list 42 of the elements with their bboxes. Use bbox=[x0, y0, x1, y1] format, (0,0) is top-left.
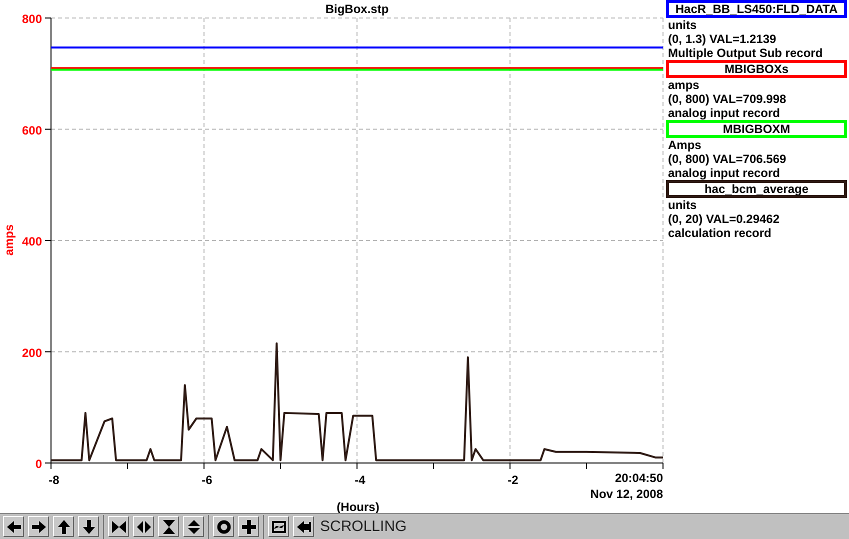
circle-button[interactable] bbox=[213, 516, 234, 537]
x-tick-label: -2 bbox=[508, 473, 518, 487]
legend-record-type: Multiple Output Sub record bbox=[667, 46, 824, 60]
hzoom-button[interactable] bbox=[108, 516, 129, 537]
legend-name[interactable]: HacR_BB_LS450:FLD_DATA bbox=[666, 0, 847, 18]
timestamp-time: 20:04:50 bbox=[614, 471, 663, 485]
chart-title: BigBox.stp bbox=[325, 2, 389, 16]
y-axis-label: amps bbox=[2, 224, 16, 256]
wave-button[interactable] bbox=[268, 516, 289, 537]
vout-button[interactable] bbox=[183, 516, 204, 537]
plus-button[interactable] bbox=[238, 516, 259, 537]
legend-value: (0, 800) VAL=706.569 bbox=[667, 152, 788, 166]
timestamp-date: Nov 12, 2008 bbox=[590, 487, 663, 501]
legend-units: units bbox=[667, 18, 698, 32]
legend-record-type: calculation record bbox=[667, 226, 772, 240]
up-button[interactable] bbox=[53, 516, 74, 537]
y-tick-label: 800 bbox=[22, 12, 42, 26]
hout-button[interactable] bbox=[133, 516, 154, 537]
vzoom-button[interactable] bbox=[158, 516, 179, 537]
legend-value: (0, 1.3) VAL=1.2139 bbox=[667, 32, 778, 46]
x-tick-label: -4 bbox=[354, 473, 366, 487]
y-tick-label: 600 bbox=[22, 123, 42, 138]
status-text: SCROLLING bbox=[320, 518, 407, 535]
legend-value: (0, 20) VAL=0.29462 bbox=[667, 212, 781, 226]
legend-name[interactable]: MBIGBOXM bbox=[666, 120, 847, 138]
y-tick-label: 400 bbox=[22, 234, 42, 248]
legend-units: Amps bbox=[667, 138, 702, 152]
right-button[interactable] bbox=[28, 516, 49, 537]
x-tick-label: -8 bbox=[48, 473, 60, 487]
legend-units: units bbox=[667, 198, 698, 212]
down-button[interactable] bbox=[78, 516, 99, 537]
legend-name[interactable]: MBIGBOXs bbox=[666, 60, 847, 78]
y-tick-label: 0 bbox=[35, 457, 42, 471]
legend-record-type: analog input record bbox=[667, 106, 782, 120]
legend-value: (0, 800) VAL=709.998 bbox=[667, 92, 788, 106]
left-button[interactable] bbox=[3, 516, 24, 537]
legend-units: amps bbox=[667, 78, 700, 92]
back-button[interactable] bbox=[293, 516, 314, 537]
y-tick-label: 200 bbox=[22, 346, 42, 360]
legend-record-type: analog input record bbox=[667, 166, 782, 180]
x-tick-label: -6 bbox=[202, 473, 212, 487]
legend-name[interactable]: hac_bcm_average bbox=[666, 180, 847, 198]
